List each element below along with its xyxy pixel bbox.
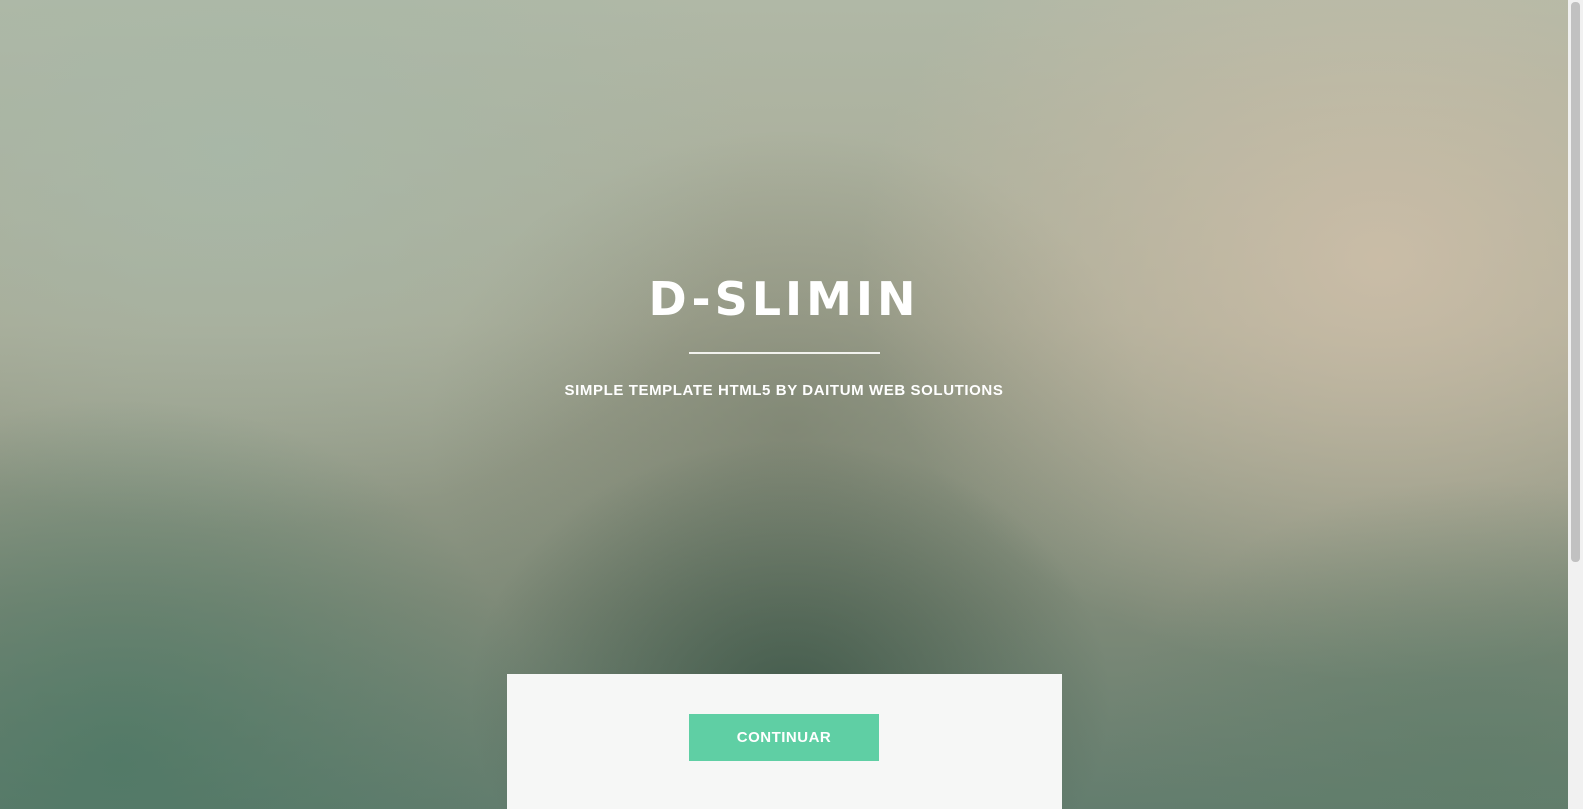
hero-background: D-SLIMIN SIMPLE TEMPLATE HTML5 BY DAITUM… (0, 0, 1583, 809)
page-title: D-SLIMIN (648, 272, 920, 326)
content-card: CONTINUAR (507, 674, 1062, 809)
vertical-scrollbar[interactable] (1568, 0, 1583, 809)
page-subtitle: SIMPLE TEMPLATE HTML5 BY DAITUM WEB SOLU… (564, 382, 1004, 399)
continue-button[interactable]: CONTINUAR (689, 714, 879, 761)
scrollbar-thumb[interactable] (1571, 2, 1580, 562)
title-divider (689, 352, 880, 354)
